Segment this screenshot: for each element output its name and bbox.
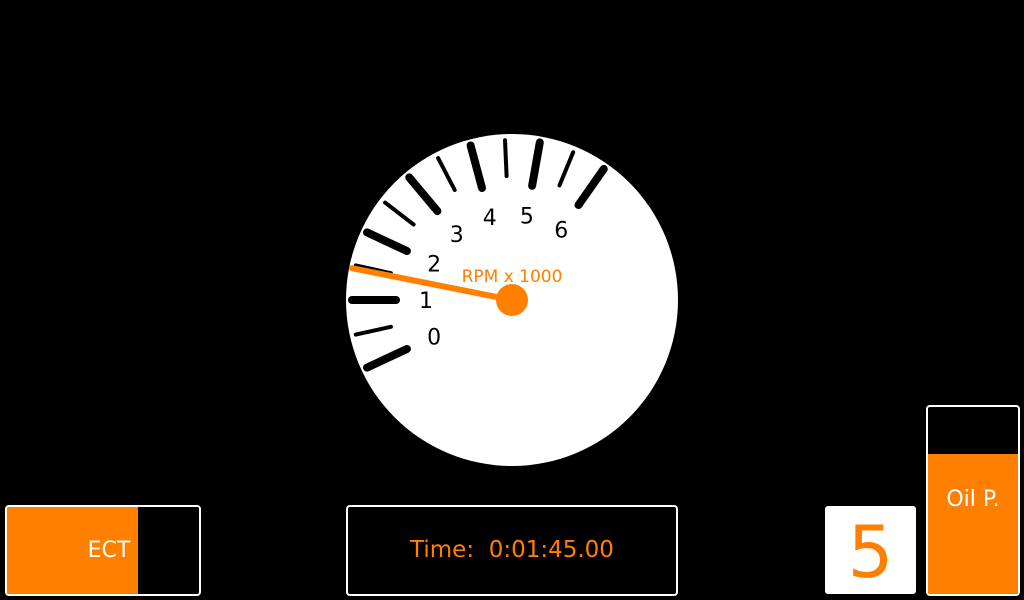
timer-label: Time: bbox=[410, 537, 475, 563]
oil-pressure-label: Oil P. bbox=[946, 487, 1000, 512]
minor-tick bbox=[503, 138, 509, 179]
rpm-scale-label: 0 bbox=[427, 325, 441, 350]
rpm-scale-label: 4 bbox=[483, 206, 497, 231]
ect-gauge: ECT bbox=[5, 505, 201, 596]
rpm-scale-label: 2 bbox=[427, 253, 441, 278]
oil-pressure-fill-bar bbox=[928, 453, 1018, 594]
rpm-scale-label: 1 bbox=[419, 289, 433, 314]
rpm-scale-label: 5 bbox=[520, 204, 534, 229]
gear-indicator: 5 bbox=[825, 506, 916, 594]
ect-label: ECT bbox=[87, 538, 131, 563]
oil-pressure-gauge: Oil P. bbox=[926, 405, 1020, 596]
lap-timer: Time: 0:01:45.00 bbox=[346, 505, 678, 596]
rpm-scale-label: 6 bbox=[554, 219, 568, 244]
rpm-scale-label: 3 bbox=[450, 223, 464, 248]
tachometer-needle-hub bbox=[496, 284, 528, 316]
timer-value: 0:01:45.00 bbox=[488, 537, 614, 563]
